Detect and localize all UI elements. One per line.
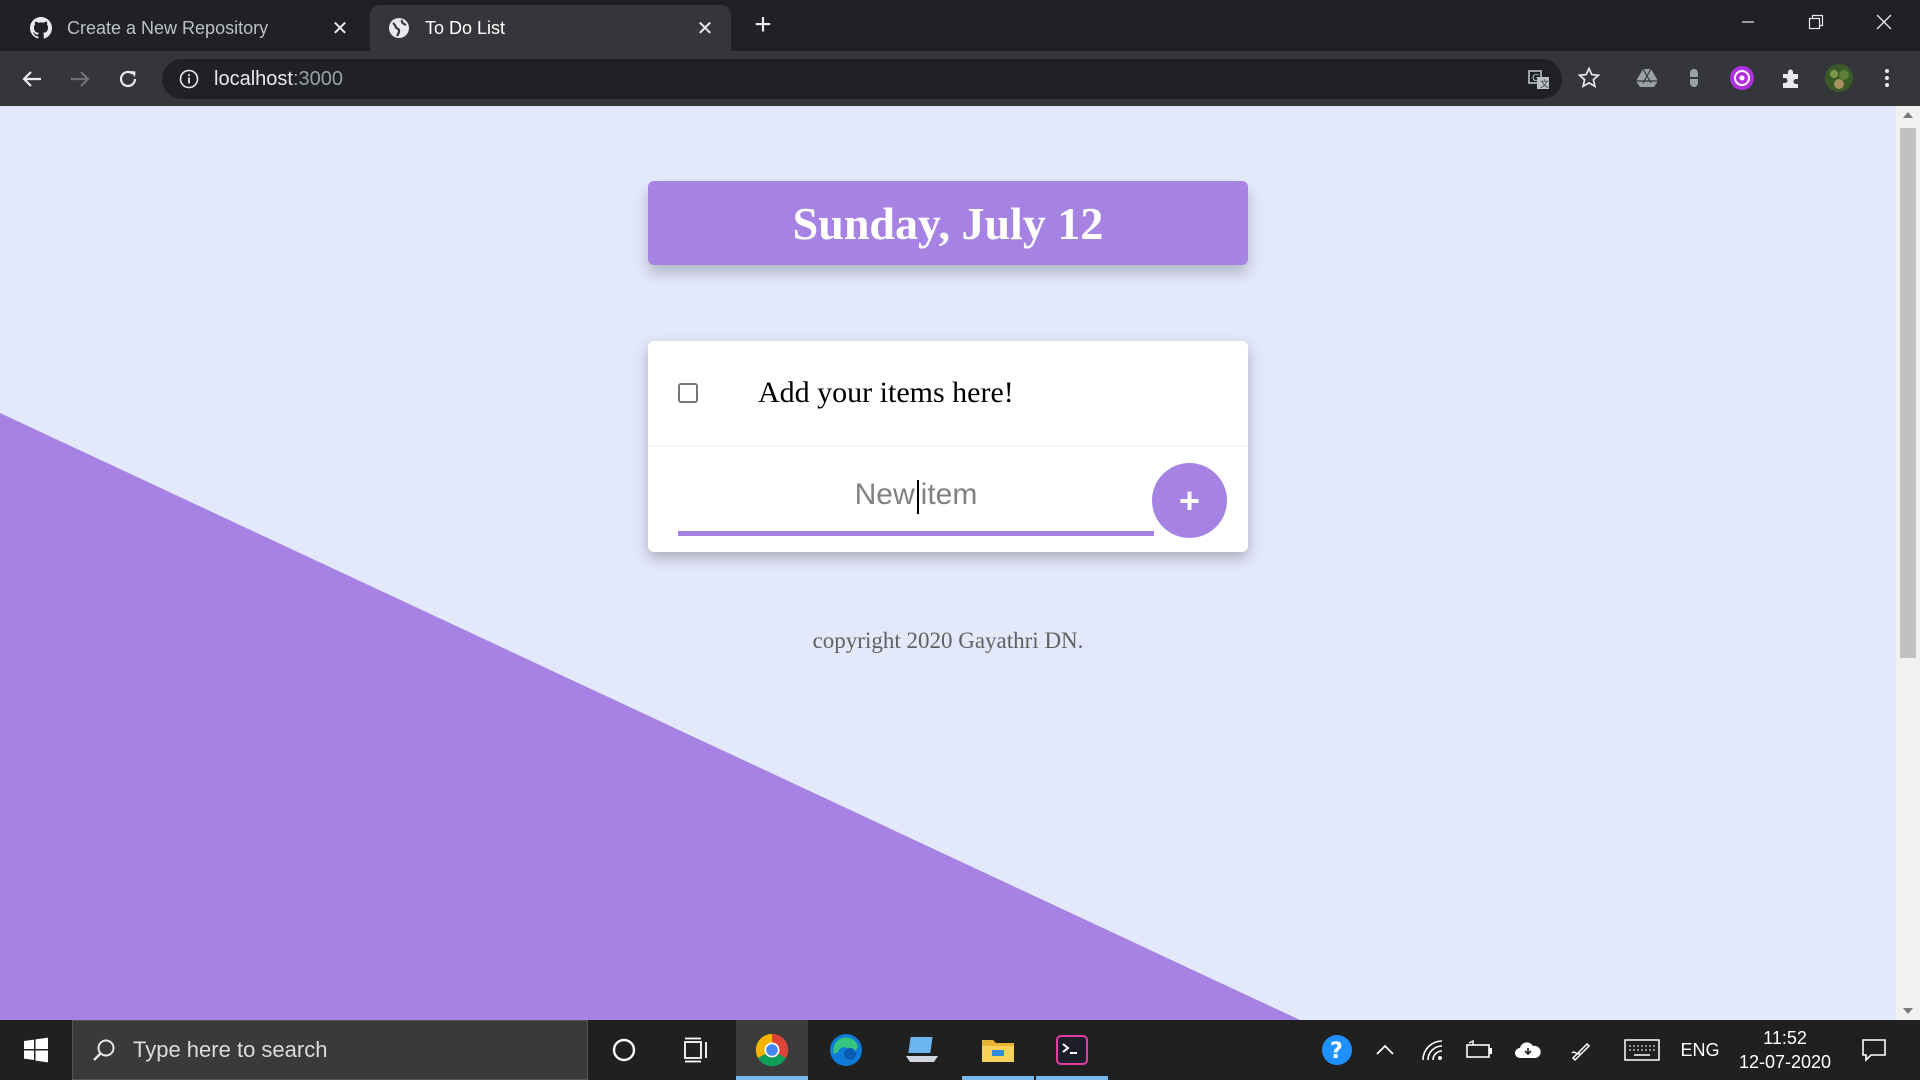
- url-host: localhost: [214, 67, 293, 90]
- onedrive-cloud-icon[interactable]: [1510, 1020, 1546, 1080]
- close-window-icon[interactable]: [1850, 0, 1918, 44]
- extension-purple-icon[interactable]: [1729, 65, 1755, 91]
- windows-start-icon[interactable]: [0, 1020, 72, 1080]
- tab-to-do-list[interactable]: To Do List ✕: [370, 5, 731, 51]
- show-hidden-icons-chevron-icon[interactable]: [1370, 1020, 1400, 1080]
- date-heading-box: Sunday, July 12: [648, 181, 1248, 265]
- translate-icon[interactable]: G文: [1526, 67, 1552, 93]
- chrome-menu-icon[interactable]: [1874, 65, 1900, 91]
- github-icon: [29, 16, 53, 40]
- new-tab-button[interactable]: +: [748, 10, 778, 40]
- new-item-input[interactable]: New item: [678, 461, 1154, 536]
- close-tab-icon[interactable]: ✕: [328, 16, 352, 40]
- text-caret: [916, 479, 919, 514]
- search-icon: [89, 1035, 119, 1065]
- todo-card: Add your items here! New item +: [648, 341, 1248, 552]
- svg-text:?: ?: [1330, 1039, 1343, 1064]
- taskbar-search-box[interactable]: Type here to search: [72, 1020, 588, 1080]
- tab-title: Create a New Repository: [67, 17, 269, 38]
- forward-arrow-icon[interactable]: [64, 63, 96, 95]
- page-scrollbar[interactable]: [1896, 106, 1920, 1020]
- task-view-icon[interactable]: [660, 1020, 732, 1080]
- add-item-button[interactable]: +: [1152, 463, 1227, 538]
- help-icon[interactable]: ?: [1316, 1020, 1358, 1080]
- scroll-up-arrow-icon[interactable]: [1903, 112, 1913, 118]
- chrome-taskbar-icon[interactable]: [736, 1020, 808, 1080]
- clock-date: 12-07-2020: [1738, 1052, 1832, 1072]
- scroll-down-arrow-icon[interactable]: [1903, 1008, 1913, 1014]
- web-page: Sunday, July 12 Add your items here! New…: [0, 106, 1896, 1020]
- battery-icon[interactable]: [1462, 1020, 1496, 1080]
- todo-item: Add your items here!: [648, 341, 1248, 446]
- bookmark-star-icon[interactable]: [1576, 65, 1602, 91]
- terminal-icon[interactable]: [1036, 1020, 1108, 1080]
- tab-title: To Do List: [425, 17, 506, 38]
- puzzle-extensions-icon[interactable]: [1778, 65, 1804, 91]
- running-app-indicator: [962, 1076, 1034, 1080]
- reload-icon[interactable]: [112, 63, 144, 95]
- search-placeholder: Type here to search: [133, 1037, 328, 1062]
- system-clock[interactable]: 11:52 12-07-2020: [1730, 1026, 1840, 1074]
- windows-taskbar: Type here to search ? ENG 11:52 12-07-20…: [0, 1020, 1920, 1080]
- cortana-icon[interactable]: [588, 1020, 660, 1080]
- todo-checkbox[interactable]: [678, 383, 698, 403]
- edge-taskbar-icon[interactable]: [810, 1020, 882, 1080]
- close-tab-icon[interactable]: ✕: [693, 16, 717, 40]
- svg-text:文: 文: [1540, 78, 1549, 90]
- back-arrow-icon[interactable]: [16, 63, 48, 95]
- minimize-icon[interactable]: [1714, 0, 1782, 44]
- scrollbar-thumb[interactable]: [1900, 128, 1916, 658]
- network-icon[interactable]: [1416, 1020, 1450, 1080]
- info-icon[interactable]: [178, 68, 200, 90]
- language-label: ENG: [1680, 1039, 1720, 1060]
- address-bar[interactable]: localhost:3000 G文: [162, 59, 1562, 99]
- page-title: Sunday, July 12: [792, 197, 1104, 249]
- touch-keyboard-icon[interactable]: [1620, 1020, 1664, 1080]
- new-item-placeholder: New item: [854, 478, 978, 514]
- copyright-footer: copyright 2020 Gayathri DN.: [812, 628, 1084, 653]
- url-port: :3000: [292, 67, 343, 90]
- google-drive-icon[interactable]: [1634, 65, 1660, 91]
- language-indicator[interactable]: ENG: [1680, 1020, 1720, 1080]
- tab-create-repository[interactable]: Create a New Repository ✕: [12, 5, 366, 51]
- clock-time: 11:52: [1763, 1028, 1807, 1048]
- new-item-placeholder-word-2: item: [920, 478, 978, 512]
- active-app-indicator: [736, 1076, 808, 1080]
- notifications-icon[interactable]: [1852, 1020, 1896, 1080]
- file-explorer-icon[interactable]: [962, 1020, 1034, 1080]
- browser-toolbar: localhost:3000 G文: [0, 51, 1920, 106]
- laptop-app-icon[interactable]: [886, 1020, 958, 1080]
- profile-avatar[interactable]: [1824, 63, 1854, 93]
- todo-item-text: Add your items here!: [758, 376, 1014, 409]
- browser-tab-strip: Create a New Repository ✕ To Do List ✕ +: [0, 0, 1920, 51]
- globe-icon: [387, 16, 411, 40]
- extension-capsule-icon[interactable]: [1681, 65, 1707, 91]
- restore-icon[interactable]: [1782, 0, 1850, 44]
- new-item-placeholder-word-1: New: [854, 478, 915, 512]
- pen-workspace-icon[interactable]: [1564, 1020, 1598, 1080]
- running-app-indicator: [1036, 1076, 1108, 1080]
